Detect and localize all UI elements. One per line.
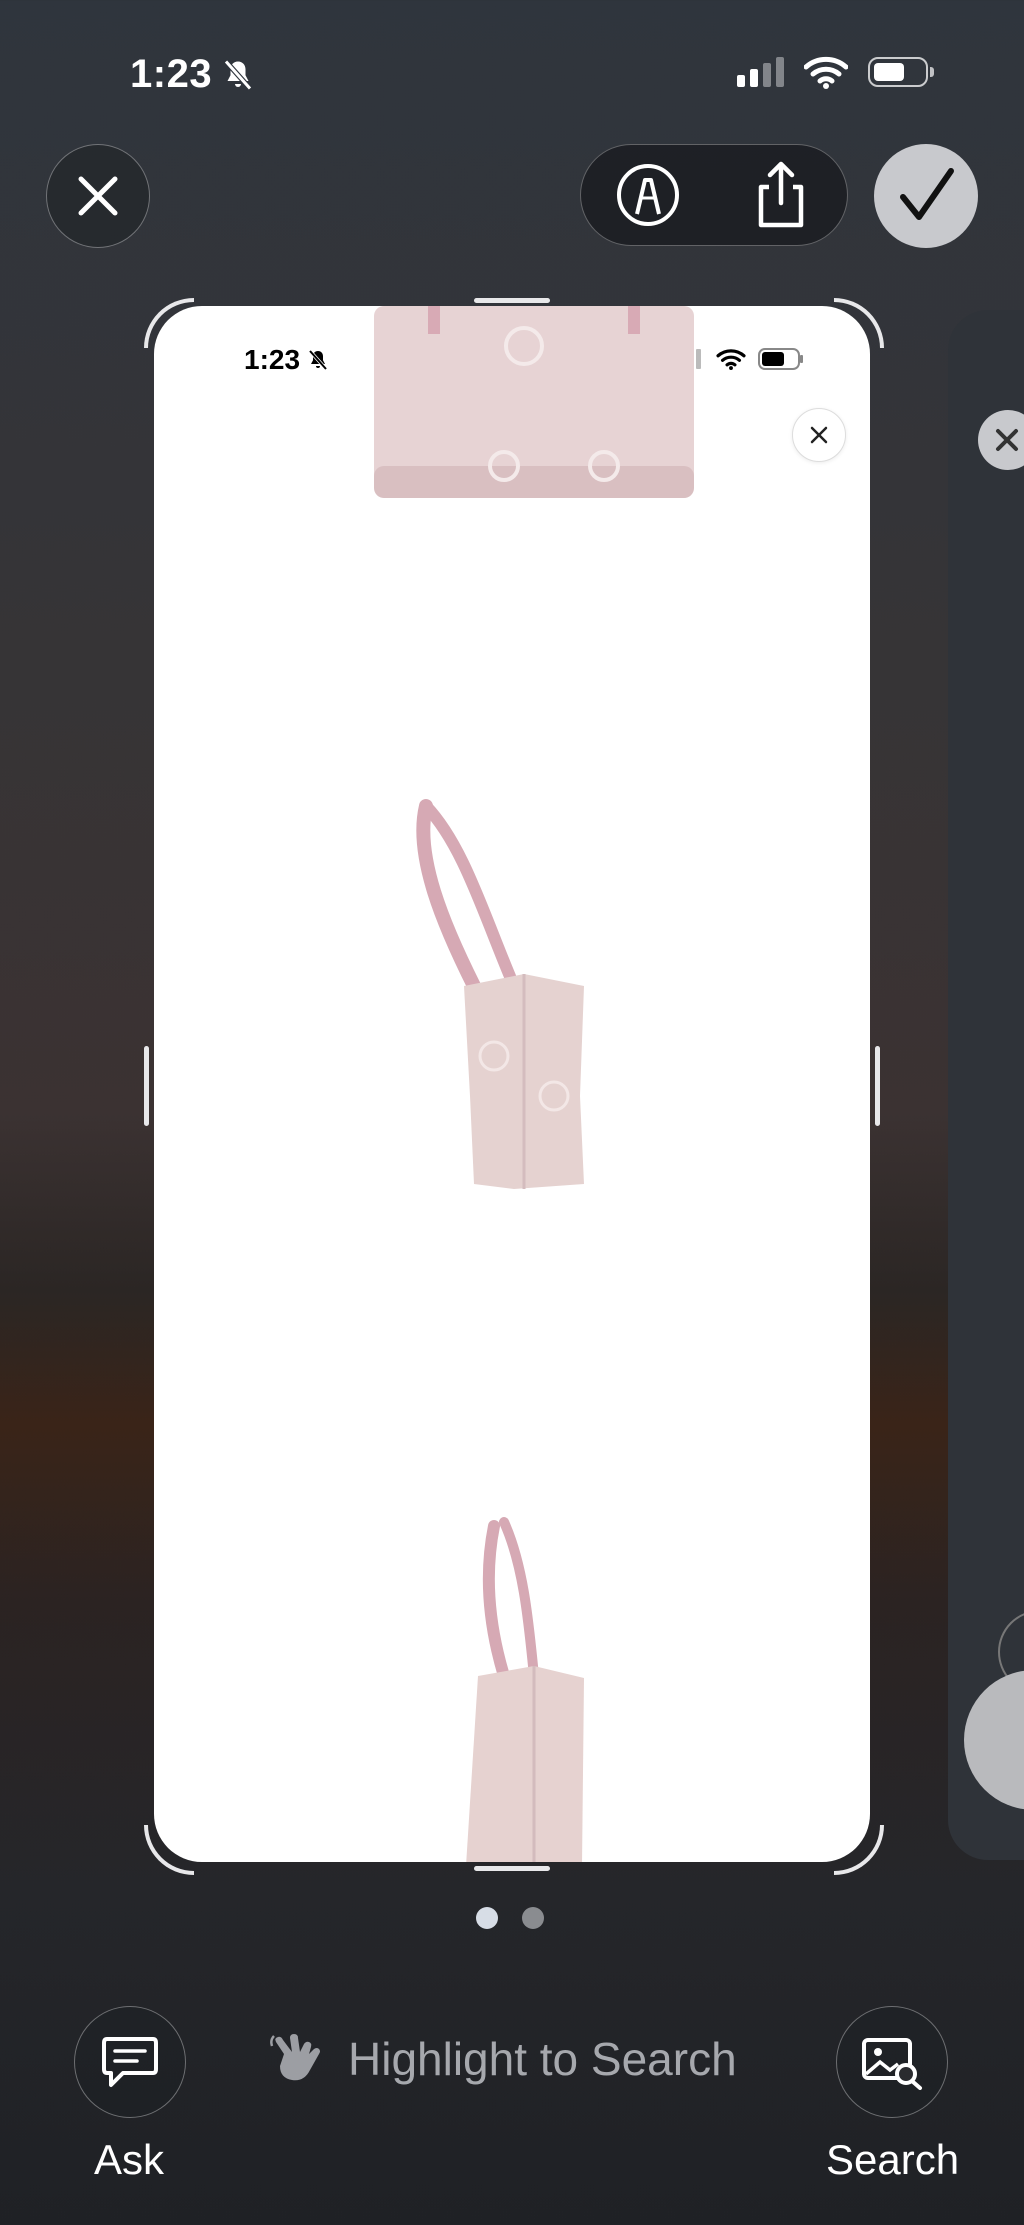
close-icon [810,426,828,444]
tote-bag-side-partial-image [466,1517,584,1862]
chat-bubble-icon [102,2037,158,2087]
close-button[interactable] [46,144,150,248]
bell-slash-icon [224,59,253,90]
tote-bag-side-image [416,799,584,1189]
checkmark-icon [900,168,954,220]
wifi-icon [716,349,746,370]
share-icon [758,161,803,228]
page-dot-1[interactable] [476,1907,498,1929]
next-card-shutter [964,1670,1024,1810]
crop-corner-bottom-right[interactable] [834,1825,884,1875]
next-card-close-button[interactable] [978,410,1024,470]
page-dot-2[interactable] [522,1907,544,1929]
battery-icon [868,57,934,87]
battery-icon [758,348,803,370]
share-button[interactable] [746,160,816,230]
edit-share-group [580,144,848,246]
page-indicator [476,1907,544,1929]
ask-button[interactable] [74,2006,186,2118]
crop-handle-right[interactable] [875,1046,880,1126]
markup-pen-icon [616,164,679,226]
done-button[interactable] [874,144,978,248]
tote-bag-front-image [374,306,694,498]
preview-close-button[interactable] [792,408,846,462]
crop-handle-bottom[interactable] [474,1866,550,1871]
cellular-signal-icon [737,57,784,87]
close-icon [996,429,1018,451]
crop-corner-top-left[interactable] [144,298,194,348]
search-label: Search [826,2136,960,2183]
hand-pointer-icon [270,2034,320,2081]
crop-handle-left[interactable] [144,1046,149,1126]
status-bar-right [737,55,934,89]
crop-corner-top-right[interactable] [834,298,884,348]
highlight-to-search: Highlight to Search [270,2032,737,2086]
markup-button[interactable] [613,160,683,230]
time-text: 1:23 [130,52,213,96]
crop-handle-top[interactable] [474,298,550,303]
crop-corner-bottom-left[interactable] [144,1825,194,1875]
status-bar-time: 1:23 [130,52,256,97]
next-screenshot-card[interactable] [948,310,1024,1860]
wifi-icon [804,56,848,89]
search-button[interactable] [836,2006,948,2118]
bell-slash-icon [308,349,328,371]
screenshot-preview[interactable]: 1:23 [154,306,870,1862]
preview-time: 1:23 [244,344,330,376]
image-search-icon [862,2038,922,2090]
preview-time-text: 1:23 [244,344,301,375]
close-icon [78,176,118,216]
ask-label: Ask [94,2136,165,2183]
highlight-text: Highlight to Search [348,2033,737,2085]
